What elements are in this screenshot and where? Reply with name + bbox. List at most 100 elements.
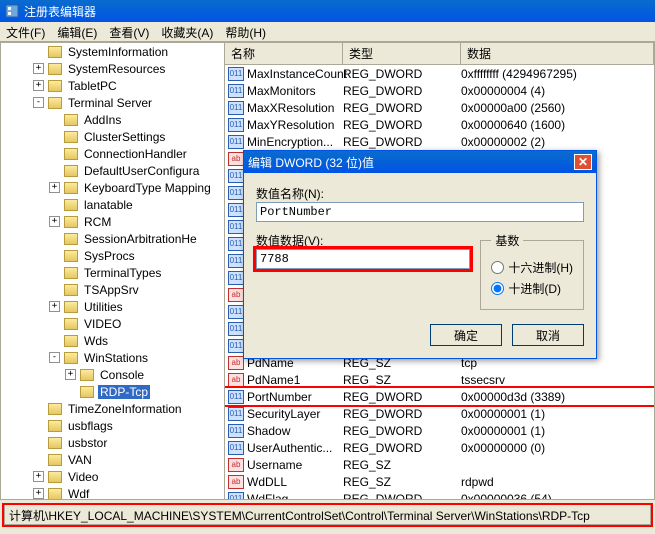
cell-name: Username [247,458,343,472]
list-header[interactable]: 名称 类型 数据 [225,43,654,65]
menu-edit[interactable]: 编辑(E) [57,24,97,39]
list-row[interactable]: abUsernameREG_SZ [225,456,654,473]
tree-item[interactable]: + RCM [1,213,224,230]
tree-item[interactable]: +KeyboardType Mapping [1,179,224,196]
tree-item[interactable]: DefaultUserConfigura [1,162,224,179]
list-row[interactable]: 011UserAuthentic...REG_DWORD0x00000000 (… [225,439,654,456]
tree-item[interactable]: + Video [1,468,224,485]
key-tree[interactable]: SystemInformation+SystemResources+Tablet… [1,43,225,499]
tree-item[interactable]: usbstor [1,434,224,451]
tree-item[interactable]: +Console [1,366,224,383]
tree-item[interactable]: +Wdf [1,485,224,499]
list-row[interactable]: 011PortNumberREG_DWORD0x00000d3d (3389) [225,388,654,405]
list-row[interactable]: 011MaxXResolutionREG_DWORD0x00000a00 (25… [225,99,654,116]
expand-toggle[interactable]: + [33,80,44,91]
tree-item[interactable]: lanatable [1,196,224,213]
list-row[interactable]: 011MaxMonitorsREG_DWORD0x00000004 (4) [225,82,654,99]
cell-data: 0xffffffff (4294967295) [461,67,654,81]
list-row[interactable]: 011MaxInstanceCountREG_DWORD0xffffffff (… [225,65,654,82]
expand-toggle[interactable]: + [49,216,60,227]
tree-item[interactable]: VAN [1,451,224,468]
tree-item[interactable]: SysProcs [1,247,224,264]
tree-item[interactable]: AddIns [1,111,224,128]
folder-icon [64,335,78,347]
tree-label: usbflags [66,419,115,433]
cancel-button[interactable]: 取消 [512,324,584,346]
value-name-label: 数值名称(N): [256,185,584,202]
base-fieldset: 基数 十六进制(H) 十进制(D) [480,232,584,310]
col-data[interactable]: 数据 [461,43,654,64]
tree-item[interactable]: usbflags [1,417,224,434]
binary-icon: 011 [228,135,244,149]
menu-view[interactable]: 查看(V) [109,24,149,39]
tree-label: Video [66,470,100,484]
list-row[interactable]: 011ShadowREG_DWORD0x00000001 (1) [225,422,654,439]
tree-label: usbstor [66,436,109,450]
cell-type: REG_DWORD [343,441,461,455]
dialog-titlebar[interactable]: 编辑 DWORD (32 位)值 ✕ [244,151,596,173]
value-name-input[interactable] [256,202,584,222]
expand-toggle[interactable]: + [33,63,44,74]
folder-icon [64,131,78,143]
cell-name: MaxMonitors [247,84,343,98]
binary-icon: 011 [228,118,244,132]
cell-data: 0x00000001 (1) [461,424,654,438]
tree-label: RCM [82,215,113,229]
list-row[interactable]: 011WdFlagREG_DWORD0x00000036 (54) [225,490,654,499]
list-row[interactable]: 011MinEncryption...REG_DWORD0x00000002 (… [225,133,654,150]
cell-type: REG_DWORD [343,67,461,81]
tree-item[interactable]: -WinStations [1,349,224,366]
col-name[interactable]: 名称 [225,43,343,64]
tree-item[interactable]: TSAppSrv [1,281,224,298]
tree-item[interactable]: Wds [1,332,224,349]
tree-item[interactable]: + Utilities [1,298,224,315]
col-type[interactable]: 类型 [343,43,461,64]
expand-toggle[interactable]: + [33,488,44,499]
list-row[interactable]: abPdName1REG_SZtssecsrv [225,371,654,388]
tree-item[interactable]: +SystemResources [1,60,224,77]
tree-item[interactable]: TimeZoneInformation [1,400,224,417]
expand-toggle[interactable]: - [33,97,44,108]
expand-toggle[interactable]: + [65,369,76,380]
tree-label: TSAppSrv [82,283,141,297]
tree-item[interactable]: -Terminal Server [1,94,224,111]
tree-item[interactable]: VIDEO [1,315,224,332]
window-title: 注册表编辑器 [24,3,96,20]
expand-toggle[interactable]: + [33,471,44,482]
ok-button[interactable]: 确定 [430,324,502,346]
expand-toggle[interactable]: - [49,352,60,363]
menu-file[interactable]: 文件(F) [6,24,45,39]
list-row[interactable]: 011MaxYResolutionREG_DWORD0x00000640 (16… [225,116,654,133]
close-icon[interactable]: ✕ [574,154,592,170]
list-row[interactable]: abWdDLLREG_SZrdpwd [225,473,654,490]
status-bar: 计算机\HKEY_LOCAL_MACHINE\SYSTEM\CurrentCon… [4,505,651,525]
folder-icon [64,165,78,177]
tree-item[interactable]: SystemInformation [1,43,224,60]
list-row[interactable]: 011SecurityLayerREG_DWORD0x00000001 (1) [225,405,654,422]
menubar: 文件(F) 编辑(E) 查看(V) 收藏夹(A) 帮助(H) [0,22,655,42]
expand-toggle[interactable]: + [49,301,60,312]
tree-item[interactable]: RDP-Tcp [1,383,224,400]
radio-hex[interactable] [491,261,504,274]
tree-label: Utilities [82,300,125,314]
folder-icon [64,318,78,330]
tree-item[interactable]: +TabletPC [1,77,224,94]
tree-item[interactable]: ClusterSettings [1,128,224,145]
tree-label: SystemInformation [66,45,170,59]
expand-toggle[interactable]: + [49,182,60,193]
radio-dec[interactable] [491,282,504,295]
base-legend: 基数 [491,232,523,249]
tree-item[interactable]: SessionArbitrationHe [1,230,224,247]
folder-icon [64,216,78,228]
string-icon: ab [228,458,244,472]
radio-dec-label[interactable]: 十进制(D) [508,280,561,297]
value-data-input[interactable] [256,249,470,269]
tree-item[interactable]: ConnectionHandler [1,145,224,162]
folder-icon [48,97,62,109]
menu-help[interactable]: 帮助(H) [225,24,266,39]
binary-icon: 011 [228,203,244,217]
regedit-icon [4,3,20,19]
menu-fav[interactable]: 收藏夹(A) [161,24,213,39]
radio-hex-label[interactable]: 十六进制(H) [508,259,573,276]
tree-item[interactable]: TerminalTypes [1,264,224,281]
